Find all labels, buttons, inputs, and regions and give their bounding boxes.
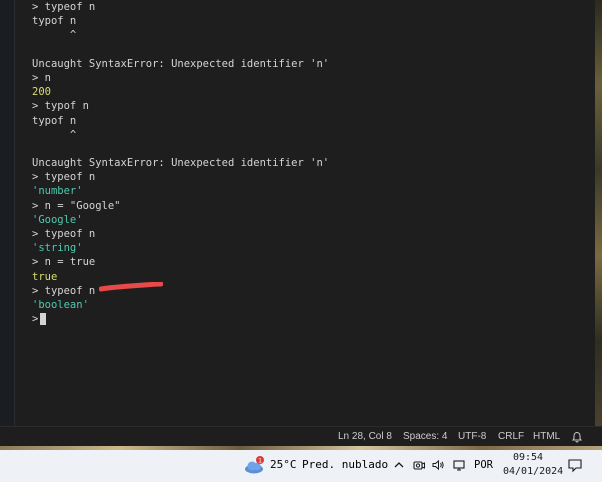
weather-cloud-icon[interactable]: 1 [243,455,265,475]
clock-date: 04/01/2024 [503,466,564,477]
terminal-output-line: 'number' [32,185,83,198]
terminal-input-line: > typeof n [32,284,96,297]
cursor-position[interactable]: Ln 28, Col 8 [338,431,392,442]
terminal-output: > typeof n typof n ^ Uncaught SyntaxError:… [32,0,329,326]
editor-gutter [0,0,15,426]
terminal-output-line: typof n [32,15,77,28]
notification-icon[interactable] [567,457,583,473]
monitor-icon[interactable] [452,458,466,472]
terminal-prompt-line[interactable]: > [32,312,329,326]
red-annotation-scribble [99,282,163,292]
terminal-output-line: 'Google' [32,213,83,226]
terminal-output-line: ^ [32,29,77,42]
weather-badge: 1 [258,458,262,465]
clock-time: 09:54 [512,452,544,463]
temperature[interactable]: 25°C [270,458,297,471]
terminal-output-line: true [32,270,58,283]
encoding-setting[interactable]: UTF-8 [458,431,486,442]
language-mode[interactable]: HTML [533,431,560,442]
terminal-input-line: > typeof n [32,1,96,13]
terminal-input-line: > typeof n [32,228,96,240]
terminal-input-line: > n = true [32,256,96,269]
chevron-up-icon[interactable] [392,458,406,472]
desktop-wallpaper-edge [595,0,602,426]
prompt-symbol: > [32,313,39,326]
terminal-input-line: > n [32,71,51,84]
terminal-output-line: Uncaught SyntaxError: Unexpected identif… [32,157,330,170]
bell-icon[interactable] [571,431,583,443]
input-language[interactable]: POR [474,459,493,471]
terminal-input-line: > n = "Google" [32,199,121,212]
terminal-panel[interactable]: > typeof n typof n ^ Uncaught SyntaxError:… [15,0,595,426]
terminal-output-line: 'boolean' [32,298,89,311]
weather-description[interactable]: Pred. nublado [302,458,388,471]
camera-icon[interactable] [412,458,426,472]
eol-setting[interactable]: CRLF [498,431,524,442]
terminal-output-line: 'string' [32,242,83,255]
terminal-output-line: 200 [32,86,51,99]
terminal-output-line: ^ [32,128,77,141]
terminal-output-line: Uncaught SyntaxError: Unexpected identif… [32,57,330,70]
indentation-setting[interactable]: Spaces: 4 [403,431,447,442]
speaker-icon[interactable] [431,458,445,472]
terminal-input-line: > typof n [32,100,89,113]
terminal-input-line: > typeof n [32,171,96,184]
terminal-output-line: typof n [32,114,77,127]
text-cursor [40,313,47,326]
status-bar: Ln 28, Col 8 Spaces: 4 UTF-8 CRLF HTML [0,426,602,447]
system-clock[interactable]: 09:54 04/01/2024 [503,451,564,479]
